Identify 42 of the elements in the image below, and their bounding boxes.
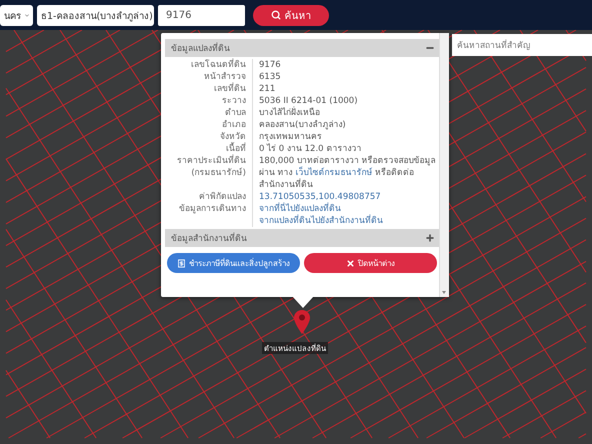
- district-select[interactable]: ธ1-คลองสาน(บางลำภูล่าง): [37, 4, 154, 26]
- field-value: 180,000 บาทต่อตารางวา หรือตรวจสอบข้อมูลผ่าน ทาง เว็บไซต์กรมธนารักษ์ หรือติดต่อสำนักงานที่ดิน: [259, 155, 437, 191]
- tax-payment-button[interactable]: ชำระภาษีที่ดินและสิ่งปลูกสร้าง: [167, 253, 300, 273]
- province-select[interactable]: นคร: [0, 4, 33, 26]
- field-value: บางไส้ไก่ฝั่งเหนือ: [259, 107, 321, 119]
- field-label: ตำบล: [224, 107, 246, 119]
- field-value: คลองสาน(บางลำภูล่าง): [259, 119, 347, 131]
- field-label: เนื้อที่: [225, 143, 246, 154]
- close-button[interactable]: ปิดหน้าต่าง: [304, 253, 437, 273]
- scrollbar[interactable]: [439, 33, 449, 297]
- field-label: อำเภอ: [221, 119, 246, 131]
- field-value: 0 ไร่ 0 งาน 12.0 ตารางวา: [259, 143, 362, 155]
- field-label: ระวาง: [221, 95, 246, 107]
- field-label: เลขโฉนดที่ดิน: [190, 59, 246, 71]
- field-label: ข้อมูลการเดินทาง: [178, 203, 246, 215]
- section-title: ข้อมูลสำนักงานที่ดิน: [171, 231, 247, 245]
- field-value: 6135: [259, 71, 282, 83]
- field-label: หน้าสำรวจ: [203, 71, 246, 82]
- section-header[interactable]: ข้อมูลแปลงที่ดิน: [165, 39, 439, 57]
- close-icon: [346, 258, 355, 268]
- landmark-search-field[interactable]: ค้นหาสถานที่สำคัญ: [452, 34, 592, 56]
- expand-icon[interactable]: [425, 233, 435, 243]
- field-label: เลขที่ดิน: [213, 83, 246, 95]
- parcel-number-field[interactable]: 9176: [158, 4, 245, 26]
- field-value: 5036 II 6214-01 (1000): [259, 95, 359, 106]
- field-value: กรุงเทพมหานคร: [259, 131, 323, 143]
- link[interactable]: จากแปลงที่ดินไปยังสำนักงานที่ดิน: [259, 216, 383, 226]
- section-header[interactable]: ข้อมูลสำนักงานที่ดิน: [165, 229, 439, 247]
- field-label: ค่าพิกัดแปลง: [198, 191, 246, 203]
- link[interactable]: จากที่นี่ไปยังแปลงที่ดิน: [259, 204, 341, 214]
- location-pin-icon: [293, 309, 311, 335]
- field-value: 211: [259, 83, 276, 95]
- search-button[interactable]: ค้นหา: [253, 4, 329, 26]
- link[interactable]: 13.71050535,100.49808757: [259, 192, 381, 202]
- field-label: ราคาประเมินที่ดิน: [176, 155, 246, 167]
- field-label: (กรมธนารักษ์): [190, 167, 246, 179]
- section-title: ข้อมูลแปลงที่ดิน: [171, 41, 230, 55]
- search-icon: [270, 10, 280, 20]
- field-value: 9176: [259, 59, 282, 71]
- receipt-icon: [177, 258, 186, 268]
- link[interactable]: เว็บไซต์กรมธนารักษ์: [295, 168, 372, 178]
- field-label: จังหวัด: [219, 131, 246, 142]
